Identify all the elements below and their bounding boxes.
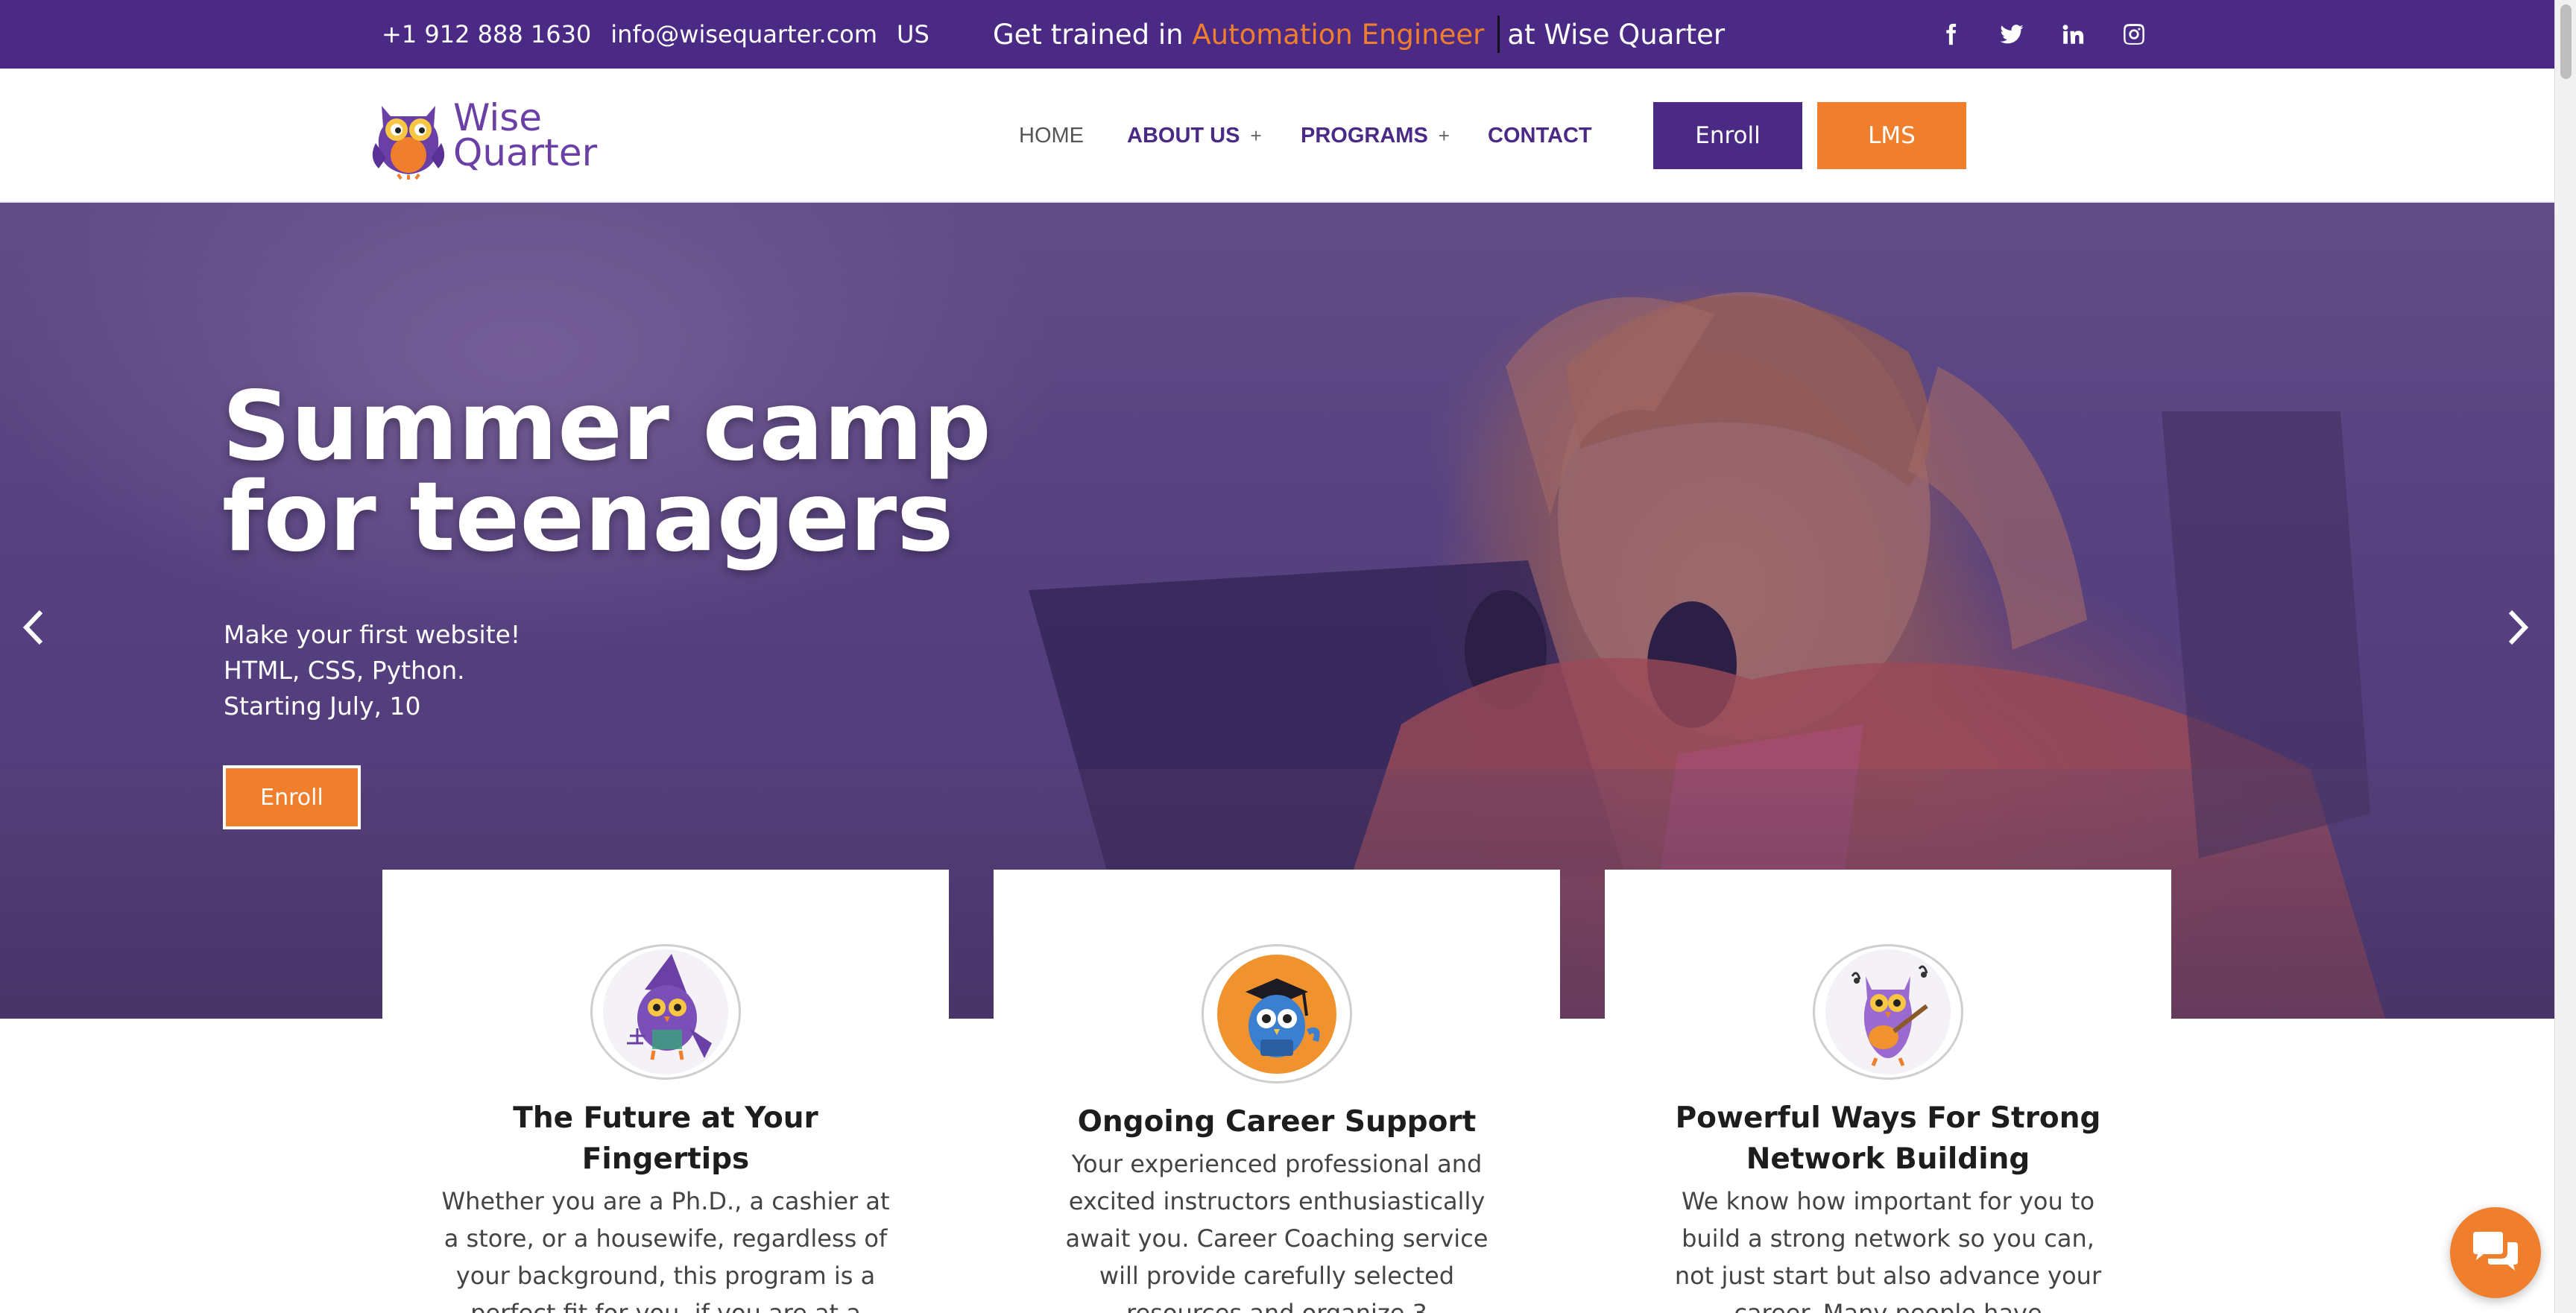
feature-text: Whether you are a Ph.D., a cashier at a … — [441, 1187, 890, 1313]
hero-title-line1: Summer camp — [222, 371, 991, 482]
nav-contact[interactable]: CONTACT — [1488, 124, 1592, 148]
page-scrollbar[interactable] — [2554, 0, 2576, 1313]
feature-title: Powerful Ways For Strong Network Buildin… — [1675, 1101, 2101, 1176]
logo-line1: Wise — [453, 95, 543, 139]
nav-about-us-label: ABOUT US — [1127, 123, 1240, 148]
hero-sub-line: Make your first website! — [224, 620, 521, 649]
nav-home[interactable]: HOME — [1019, 124, 1084, 148]
nav-about-wrap: ABOUT US + — [1127, 69, 1262, 203]
nav-home-wrap: HOME — [1019, 69, 1084, 203]
owl-guitar-icon — [1825, 949, 1951, 1075]
owl-wizard-icon — [603, 949, 728, 1075]
expand-plus-icon: + — [1250, 124, 1262, 147]
owl-logo-icon — [372, 106, 445, 180]
logo-wordmark: Wise Quarter — [453, 95, 598, 174]
promo-prefix: Get trained in — [993, 18, 1193, 51]
promo-text: Get trained in Automation Engineer at Wis… — [993, 0, 1725, 69]
instagram-icon[interactable] — [2121, 22, 2147, 47]
main-header: Wise Quarter HOME ABOUT US + PROGRAMS + CO… — [0, 69, 2554, 203]
feature-card: Powerful Ways For Strong Network Buildin… — [1605, 870, 2171, 1313]
facebook-icon[interactable] — [1938, 22, 1963, 47]
feature-text: We know how important for you to build a… — [1674, 1187, 2102, 1313]
linkedin-icon[interactable] — [2060, 22, 2086, 47]
nav-about-us[interactable]: ABOUT US + — [1127, 124, 1262, 148]
contact-info: +1 912 888 1630 info@wisequarter.com US — [382, 0, 929, 69]
hero-subtitle: Make your first website! HTML, CSS, Pyth… — [224, 617, 520, 724]
slider-prev-arrow-icon[interactable] — [11, 594, 56, 661]
chat-bubbles-icon — [2473, 1232, 2518, 1271]
expand-plus-icon: + — [1438, 124, 1450, 147]
site-logo[interactable]: Wise Quarter — [368, 91, 599, 180]
owl-graduate-icon — [1217, 954, 1336, 1074]
feature-title: The Future at Your Fingertips — [513, 1101, 818, 1176]
scrollbar-thumb[interactable] — [2560, 4, 2572, 79]
promo-highlight: Automation Engineer — [1192, 18, 1485, 51]
feature-icon-frame — [1813, 944, 1963, 1080]
feature-text: Your experienced professional and excite… — [1065, 1150, 1489, 1313]
social-links — [1938, 0, 2147, 69]
chat-widget-button[interactable] — [2450, 1207, 2541, 1298]
slider-next-arrow-icon[interactable] — [2496, 594, 2540, 661]
phone-link[interactable]: +1 912 888 1630 — [382, 20, 591, 48]
feature-icon-frame — [590, 944, 741, 1080]
feature-icon-frame — [1202, 944, 1352, 1083]
nav-programs-label: PROGRAMS — [1301, 123, 1428, 148]
nav-programs-wrap: PROGRAMS + — [1301, 69, 1450, 203]
hero-enroll-button[interactable]: Enroll — [223, 765, 361, 829]
top-bar: +1 912 888 1630 info@wisequarter.com US … — [0, 0, 2554, 69]
nav-programs[interactable]: PROGRAMS + — [1301, 124, 1450, 148]
enroll-button[interactable]: Enroll — [1653, 102, 1802, 169]
email-link[interactable]: info@wisequarter.com — [610, 20, 877, 48]
feature-card: The Future at Your Fingertips Whether yo… — [382, 870, 949, 1313]
hero-title-line2: for teenagers — [222, 462, 954, 573]
page: +1 912 888 1630 info@wisequarter.com US … — [0, 0, 2576, 1313]
lms-button[interactable]: LMS — [1817, 102, 1966, 169]
feature-title: Ongoing Career Support — [1077, 1105, 1477, 1139]
nav-contact-wrap: CONTACT — [1488, 69, 1592, 203]
hero-sub-line: HTML, CSS, Python. — [224, 656, 465, 685]
logo-line2: Quarter — [453, 131, 598, 174]
feature-card: Ongoing Career Support Your experienced … — [994, 870, 1560, 1313]
typing-caret — [1497, 16, 1500, 53]
hero-sub-line: Starting July, 10 — [224, 692, 421, 721]
promo-suffix: at Wise Quarter — [1507, 18, 1726, 51]
twitter-icon[interactable] — [1999, 22, 2024, 47]
hero-title: Summer camp for teenagers — [222, 371, 1266, 573]
region-selector[interactable]: US — [897, 20, 929, 48]
